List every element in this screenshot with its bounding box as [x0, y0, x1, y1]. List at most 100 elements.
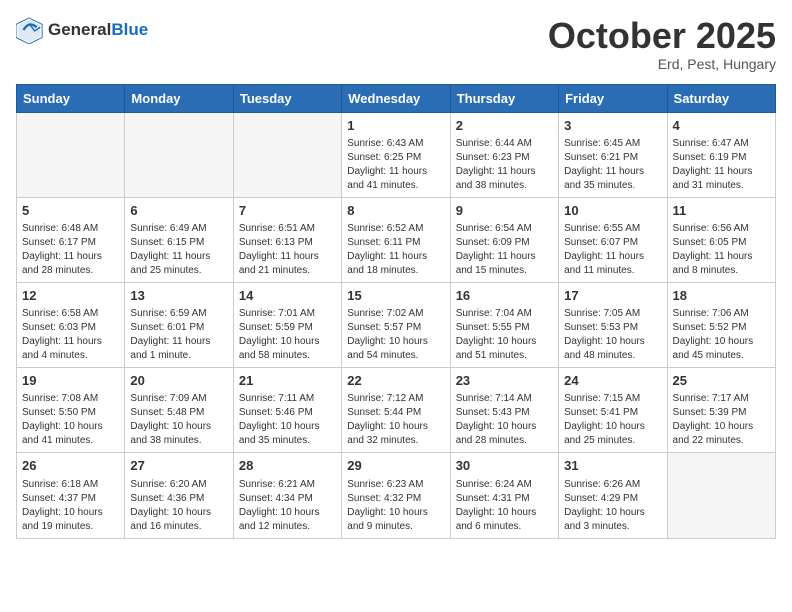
calendar-cell: 28 Sunrise: 6:21 AM Sunset: 4:34 PM Dayli…: [233, 453, 341, 538]
column-header-friday: Friday: [559, 84, 667, 112]
day-info: Sunrise: 7:06 AM Sunset: 5:52 PM Dayligh…: [673, 307, 770, 363]
day-number: 19: [22, 372, 119, 390]
day-info: Sunrise: 7:17 AM Sunset: 5:39 PM Dayligh…: [673, 392, 770, 448]
day-info: Sunrise: 7:12 AM Sunset: 5:44 PM Dayligh…: [347, 392, 444, 448]
day-number: 18: [673, 287, 770, 305]
day-number: 17: [564, 287, 661, 305]
day-number: 27: [130, 457, 227, 475]
title-area: October 2025 Erd, Pest, Hungary: [548, 16, 776, 72]
day-info: Sunrise: 7:15 AM Sunset: 5:41 PM Dayligh…: [564, 392, 661, 448]
day-info: Sunrise: 7:11 AM Sunset: 5:46 PM Dayligh…: [239, 392, 336, 448]
day-info: Sunrise: 7:05 AM Sunset: 5:53 PM Dayligh…: [564, 307, 661, 363]
day-info: Sunrise: 6:23 AM Sunset: 4:32 PM Dayligh…: [347, 478, 444, 534]
day-number: 7: [239, 202, 336, 220]
day-number: 20: [130, 372, 227, 390]
calendar-cell: 20 Sunrise: 7:09 AM Sunset: 5:48 PM Dayli…: [125, 368, 233, 453]
day-number: 15: [347, 287, 444, 305]
calendar-cell: 8 Sunrise: 6:52 AM Sunset: 6:11 PM Daylig…: [342, 197, 450, 282]
logo-icon: [16, 16, 44, 44]
day-info: Sunrise: 7:01 AM Sunset: 5:59 PM Dayligh…: [239, 307, 336, 363]
calendar-cell: 12 Sunrise: 6:58 AM Sunset: 6:03 PM Dayli…: [17, 282, 125, 367]
logo-blue: Blue: [111, 20, 148, 39]
calendar-cell: 23Sunrise: 7:14 AM Sunset: 5:43 PM Dayli…: [450, 368, 558, 453]
day-info: Sunrise: 6:55 AM Sunset: 6:07 PM Dayligh…: [564, 222, 661, 278]
calendar-cell: 30 Sunrise: 6:24 AM Sunset: 4:31 PM Dayli…: [450, 453, 558, 538]
day-number: 24: [564, 372, 661, 390]
day-number: 30: [456, 457, 553, 475]
day-info: Sunrise: 7:02 AM Sunset: 5:57 PM Dayligh…: [347, 307, 444, 363]
calendar-cell: [125, 112, 233, 197]
day-info: Sunrise: 6:47 AM Sunset: 6:19 PM Dayligh…: [673, 137, 770, 193]
day-number: 4: [673, 117, 770, 135]
calendar-cell: 10 Sunrise: 6:55 AM Sunset: 6:07 PM Dayli…: [559, 197, 667, 282]
calendar-cell: 2Sunrise: 6:44 AM Sunset: 6:23 PM Daylig…: [450, 112, 558, 197]
day-info: Sunrise: 6:58 AM Sunset: 6:03 PM Dayligh…: [22, 307, 119, 363]
calendar-cell: 29 Sunrise: 6:23 AM Sunset: 4:32 PM Dayli…: [342, 453, 450, 538]
day-info: Sunrise: 6:26 AM Sunset: 4:29 PM Dayligh…: [564, 478, 661, 534]
page-header: GeneralBlue October 2025 Erd, Pest, Hung…: [16, 16, 776, 72]
day-number: 16: [456, 287, 553, 305]
week-row-3: 12 Sunrise: 6:58 AM Sunset: 6:03 PM Dayli…: [17, 282, 776, 367]
calendar-cell: 1Sunrise: 6:43 AM Sunset: 6:25 PM Daylig…: [342, 112, 450, 197]
day-info: Sunrise: 7:04 AM Sunset: 5:55 PM Dayligh…: [456, 307, 553, 363]
day-info: Sunrise: 7:09 AM Sunset: 5:48 PM Dayligh…: [130, 392, 227, 448]
logo-general: General: [48, 20, 111, 39]
calendar-cell: 16 Sunrise: 7:04 AM Sunset: 5:55 PM Dayli…: [450, 282, 558, 367]
day-number: 11: [673, 202, 770, 220]
day-number: 10: [564, 202, 661, 220]
calendar-cell: 9 Sunrise: 6:54 AM Sunset: 6:09 PM Daylig…: [450, 197, 558, 282]
calendar-cell: 15 Sunrise: 7:02 AM Sunset: 5:57 PM Dayli…: [342, 282, 450, 367]
day-number: 2: [456, 117, 553, 135]
calendar-cell: 21 Sunrise: 7:11 AM Sunset: 5:46 PM Dayli…: [233, 368, 341, 453]
day-info: Sunrise: 6:48 AM Sunset: 6:17 PM Dayligh…: [22, 222, 119, 278]
day-number: 9: [456, 202, 553, 220]
calendar-cell: 14 Sunrise: 7:01 AM Sunset: 5:59 PM Dayli…: [233, 282, 341, 367]
calendar-header-row: SundayMondayTuesdayWednesdayThursdayFrid…: [17, 84, 776, 112]
day-number: 1: [347, 117, 444, 135]
calendar-cell: 22 Sunrise: 7:12 AM Sunset: 5:44 PM Dayli…: [342, 368, 450, 453]
day-number: 22: [347, 372, 444, 390]
week-row-2: 5 Sunrise: 6:48 AM Sunset: 6:17 PM Daylig…: [17, 197, 776, 282]
calendar-cell: 25 Sunrise: 7:17 AM Sunset: 5:39 PM Dayli…: [667, 368, 775, 453]
day-number: 21: [239, 372, 336, 390]
location: Erd, Pest, Hungary: [548, 56, 776, 72]
day-info: Sunrise: 6:49 AM Sunset: 6:15 PM Dayligh…: [130, 222, 227, 278]
day-number: 25: [673, 372, 770, 390]
day-info: Sunrise: 6:21 AM Sunset: 4:34 PM Dayligh…: [239, 478, 336, 534]
calendar-cell: [17, 112, 125, 197]
calendar-cell: 18 Sunrise: 7:06 AM Sunset: 5:52 PM Dayli…: [667, 282, 775, 367]
week-row-5: 26 Sunrise: 6:18 AM Sunset: 4:37 PM Dayli…: [17, 453, 776, 538]
calendar-cell: 3Sunrise: 6:45 AM Sunset: 6:21 PM Daylig…: [559, 112, 667, 197]
day-info: Sunrise: 6:24 AM Sunset: 4:31 PM Dayligh…: [456, 478, 553, 534]
logo: GeneralBlue: [16, 16, 148, 44]
day-number: 28: [239, 457, 336, 475]
day-info: Sunrise: 6:52 AM Sunset: 6:11 PM Dayligh…: [347, 222, 444, 278]
calendar-cell: 17 Sunrise: 7:05 AM Sunset: 5:53 PM Dayli…: [559, 282, 667, 367]
day-info: Sunrise: 6:56 AM Sunset: 6:05 PM Dayligh…: [673, 222, 770, 278]
week-row-4: 19Sunrise: 7:08 AM Sunset: 5:50 PM Dayli…: [17, 368, 776, 453]
day-number: 14: [239, 287, 336, 305]
calendar-cell: [233, 112, 341, 197]
day-number: 5: [22, 202, 119, 220]
day-info: Sunrise: 6:20 AM Sunset: 4:36 PM Dayligh…: [130, 478, 227, 534]
day-number: 26: [22, 457, 119, 475]
calendar-cell: 13Sunrise: 6:59 AM Sunset: 6:01 PM Dayli…: [125, 282, 233, 367]
day-info: Sunrise: 6:51 AM Sunset: 6:13 PM Dayligh…: [239, 222, 336, 278]
column-header-monday: Monday: [125, 84, 233, 112]
calendar-cell: 24 Sunrise: 7:15 AM Sunset: 5:41 PM Dayli…: [559, 368, 667, 453]
column-header-saturday: Saturday: [667, 84, 775, 112]
logo-text: GeneralBlue: [48, 21, 148, 39]
column-header-wednesday: Wednesday: [342, 84, 450, 112]
day-info: Sunrise: 6:54 AM Sunset: 6:09 PM Dayligh…: [456, 222, 553, 278]
day-number: 8: [347, 202, 444, 220]
day-info: Sunrise: 6:18 AM Sunset: 4:37 PM Dayligh…: [22, 478, 119, 534]
calendar-cell: 19Sunrise: 7:08 AM Sunset: 5:50 PM Dayli…: [17, 368, 125, 453]
day-number: 23: [456, 372, 553, 390]
day-number: 12: [22, 287, 119, 305]
day-number: 6: [130, 202, 227, 220]
calendar-cell: [667, 453, 775, 538]
day-number: 29: [347, 457, 444, 475]
calendar-cell: 5 Sunrise: 6:48 AM Sunset: 6:17 PM Daylig…: [17, 197, 125, 282]
calendar-cell: 26 Sunrise: 6:18 AM Sunset: 4:37 PM Dayli…: [17, 453, 125, 538]
column-header-sunday: Sunday: [17, 84, 125, 112]
